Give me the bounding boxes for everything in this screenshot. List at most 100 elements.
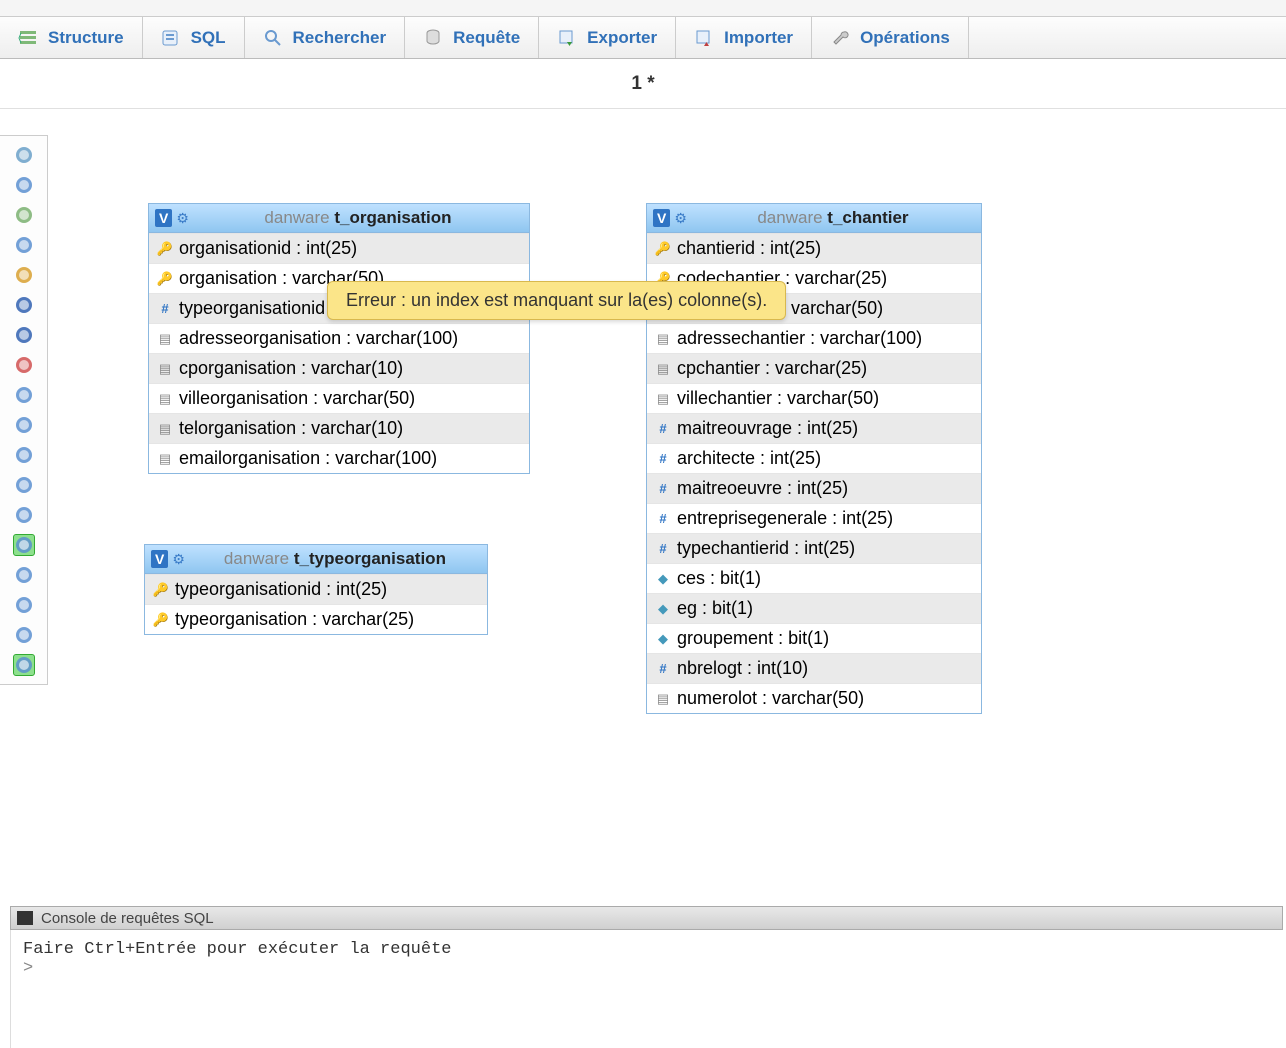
text-icon: ▤	[655, 361, 671, 377]
tab-label: Exporter	[587, 28, 657, 48]
diamond-icon: ◆	[655, 631, 671, 647]
table-column[interactable]: #nbrelogt : int(10)	[647, 653, 981, 683]
column-text: typeorganisation : varchar(25)	[175, 609, 414, 630]
tab-exporter[interactable]: Exporter	[539, 17, 676, 58]
hash-icon: #	[157, 301, 173, 316]
tab-label: Requête	[453, 28, 520, 48]
table-column[interactable]: 🔑chantierid : int(25)	[647, 233, 981, 263]
table-t_typeorganisation[interactable]: V ⚙ danware t_typeorganisation 🔑typeorga…	[144, 544, 488, 635]
table-column[interactable]: ▤ adressechantier : varchar(100)	[647, 323, 981, 353]
console-title: Console de requêtes SQL	[41, 910, 214, 927]
snap-grid-icon[interactable]	[13, 534, 35, 556]
small-icon[interactable]	[13, 594, 35, 616]
table-title: danware t_typeorganisation	[189, 549, 481, 569]
designer-sidebar	[0, 135, 48, 685]
table-column[interactable]: ▤cpchantier : varchar(25)	[647, 353, 981, 383]
table-column[interactable]: ▤cporganisation : varchar(10)	[149, 353, 529, 383]
delete-page-icon[interactable]	[13, 354, 35, 376]
gear-icon[interactable]: ⚙	[674, 210, 687, 227]
table-header[interactable]: V ⚙ danware t_organisation	[149, 204, 529, 233]
column-text: maitreouvrage : int(25)	[677, 418, 858, 439]
visibility-badge[interactable]: V	[151, 550, 168, 568]
table-column[interactable]: ◆eg : bit(1)	[647, 593, 981, 623]
designer-canvas[interactable]: V ⚙ danware t_organisation 🔑organisation…	[48, 109, 1286, 881]
tab-requête[interactable]: Requête	[405, 17, 539, 58]
visibility-badge[interactable]: V	[653, 209, 670, 227]
text-icon: ▤	[655, 691, 671, 707]
tab-sql[interactable]: SQL	[143, 17, 245, 58]
fullscreen-icon[interactable]	[13, 174, 35, 196]
edit-icon[interactable]	[13, 264, 35, 286]
column-text: adressechantier : varchar(100)	[677, 328, 922, 349]
large-icon[interactable]	[13, 624, 35, 646]
table-header[interactable]: V ⚙ danware t_typeorganisation	[145, 545, 487, 574]
table-t_chantier[interactable]: V ⚙ danware t_chantier 🔑chantierid : int…	[646, 203, 982, 714]
table-column[interactable]: ◆groupement : bit(1)	[647, 623, 981, 653]
sql-console-header[interactable]: Console de requêtes SQL	[10, 906, 1283, 930]
tab-label: Importer	[724, 28, 793, 48]
diamond-icon: ◆	[655, 601, 671, 617]
hash-icon: #	[655, 451, 671, 466]
table-column[interactable]: #typechantierid : int(25)	[647, 533, 981, 563]
hash-icon: #	[655, 421, 671, 436]
table-column[interactable]: #maitreoeuvre : int(25)	[647, 473, 981, 503]
column-text: adresseorganisation : varchar(100)	[179, 328, 458, 349]
collapse-icon[interactable]	[13, 144, 35, 166]
gear-icon[interactable]: ⚙	[176, 210, 189, 227]
key-icon: 🔑	[153, 582, 169, 598]
sql-icon	[161, 28, 181, 48]
column-text: cporganisation : varchar(10)	[179, 358, 403, 379]
table-t_organisation[interactable]: V ⚙ danware t_organisation 🔑organisation…	[148, 203, 530, 474]
hash-icon: #	[655, 541, 671, 556]
table-title: danware t_organisation	[193, 208, 523, 228]
toggle-icon[interactable]	[13, 654, 35, 676]
table-column[interactable]: 🔑typeorganisationid : int(25)	[145, 574, 487, 604]
column-text: architecte : int(25)	[677, 448, 821, 469]
column-text: numerolot : varchar(50)	[677, 688, 864, 709]
table-column[interactable]: ▤telorganisation : varchar(10)	[149, 413, 529, 443]
structure-icon	[18, 28, 38, 48]
key-icon: 🔑	[655, 241, 671, 257]
table-column[interactable]: ▤ villechantier : varchar(50)	[647, 383, 981, 413]
grid-icon[interactable]	[13, 564, 35, 586]
table-column[interactable]: ▤adresseorganisation : varchar(100)	[149, 323, 529, 353]
gear-icon[interactable]: ⚙	[172, 551, 185, 568]
sql-console-body[interactable]: Faire Ctrl+Entrée pour exécuter la requê…	[10, 930, 1283, 1048]
help-icon[interactable]	[13, 474, 35, 496]
search-icon	[263, 28, 283, 48]
console-prompt: >	[23, 959, 1271, 978]
tab-label: Opérations	[860, 28, 950, 48]
table-column[interactable]: 🔑organisationid : int(25)	[149, 233, 529, 263]
text-icon: ▤	[655, 391, 671, 407]
info-icon[interactable]	[13, 504, 35, 526]
table-column[interactable]: 🔑typeorganisation : varchar(25)	[145, 604, 487, 634]
tab-opérations[interactable]: Opérations	[812, 17, 969, 58]
column-text: villechantier : varchar(50)	[677, 388, 879, 409]
new-table-icon[interactable]	[13, 204, 35, 226]
relation-icon[interactable]	[13, 414, 35, 436]
list-icon[interactable]	[13, 384, 35, 406]
text-icon: ▤	[157, 421, 173, 437]
table-column[interactable]: # maitreouvrage : int(25)	[647, 413, 981, 443]
save-icon[interactable]	[13, 294, 35, 316]
table-header[interactable]: V ⚙ danware t_chantier	[647, 204, 981, 233]
table-column[interactable]: # architecte : int(25)	[647, 443, 981, 473]
designer-title: 1 *	[0, 59, 1286, 109]
table-column[interactable]: #entreprisegenerale : int(25)	[647, 503, 981, 533]
tab-rechercher[interactable]: Rechercher	[245, 17, 406, 58]
save-as-icon[interactable]	[13, 324, 35, 346]
reload-icon[interactable]	[13, 444, 35, 466]
column-text: entreprisegenerale : int(25)	[677, 508, 893, 529]
table-column[interactable]: ▤ numerolot : varchar(50)	[647, 683, 981, 713]
table-title: danware t_chantier	[691, 208, 975, 228]
query-icon	[423, 28, 443, 48]
tab-importer[interactable]: Importer	[676, 17, 812, 58]
visibility-badge[interactable]: V	[155, 209, 172, 227]
table-column[interactable]: ▤villeorganisation : varchar(50)	[149, 383, 529, 413]
key-icon: 🔑	[157, 271, 173, 287]
tab-structure[interactable]: Structure	[0, 17, 143, 58]
new-page-icon[interactable]	[13, 234, 35, 256]
table-column[interactable]: ◆ces : bit(1)	[647, 563, 981, 593]
table-column[interactable]: ▤emailorganisation : varchar(100)	[149, 443, 529, 473]
text-icon: ▤	[655, 331, 671, 347]
